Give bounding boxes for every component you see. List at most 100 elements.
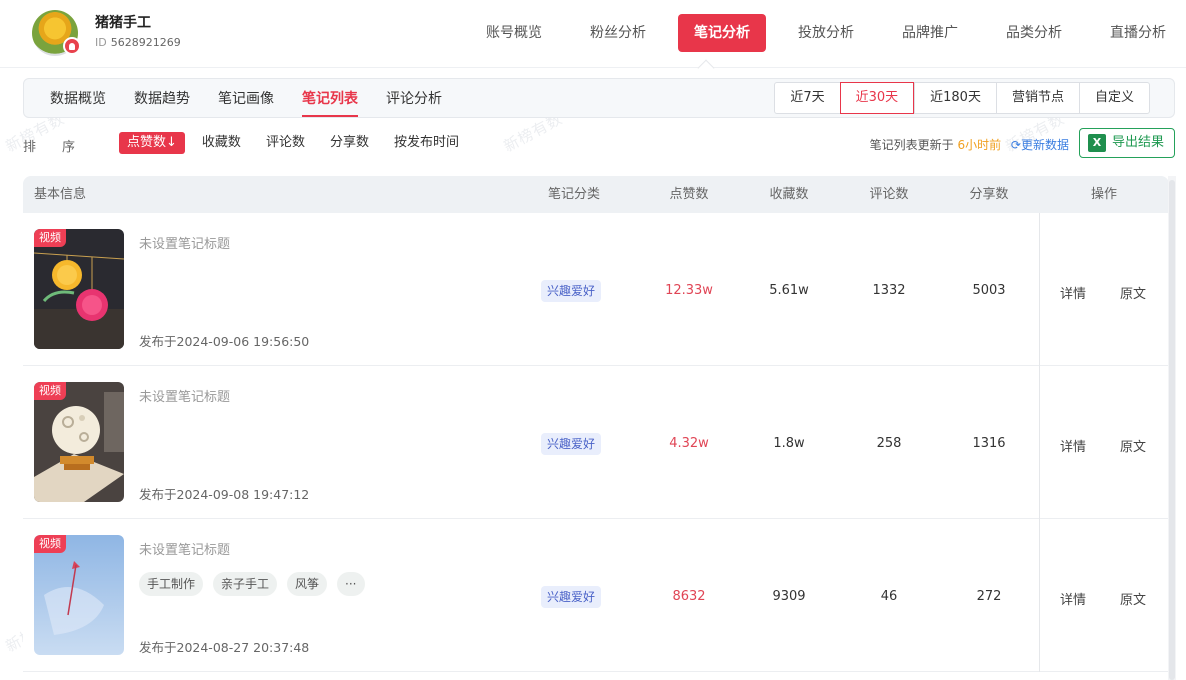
sort-by-shares[interactable]: 分享数 bbox=[322, 132, 377, 154]
topic-tag[interactable]: 亲子手工 bbox=[213, 572, 278, 596]
topic-tag[interactable]: 风筝 bbox=[287, 572, 328, 596]
scrollbar-thumb[interactable] bbox=[1169, 180, 1175, 680]
sub-nav-bar: 数据概览 数据趋势 笔记画像 笔记列表 评论分析 近7天 近30天 近180天 … bbox=[23, 78, 1175, 118]
range-7-days[interactable]: 近7天 bbox=[775, 83, 839, 113]
sort-by-comments[interactable]: 评论数 bbox=[258, 132, 313, 154]
sort-by-likes-label: 点赞数 bbox=[127, 135, 167, 150]
note-publish-date: 发布于2024-09-08 19:47:12 bbox=[139, 487, 310, 502]
category-tag: 兴趣爱好 bbox=[541, 280, 602, 302]
sort-options: 点赞数↓ 收藏数 评论数 分享数 按发布时间 bbox=[119, 132, 476, 154]
export-button[interactable]: X 导出结果 bbox=[1078, 128, 1175, 158]
comments-value: 258 bbox=[876, 436, 902, 451]
note-publish-date: 发布于2024-09-06 19:56:50 bbox=[139, 334, 310, 349]
detail-link[interactable]: 详情 bbox=[1060, 589, 1086, 608]
topic-tags: 手工制作 亲子手工 风筝 ··· bbox=[139, 572, 375, 596]
date-range-selector: 近7天 近30天 近180天 营销节点 自定义 bbox=[774, 82, 1150, 114]
note-publish-date: 发布于2024-08-27 20:37:48 bbox=[139, 640, 310, 655]
original-link[interactable]: 原文 bbox=[1120, 436, 1146, 455]
top-nav-item-overview[interactable]: 账号概览 bbox=[462, 14, 566, 52]
table-row: 视频 未设置笔记标题 发布于2024-09-06 19:56:50 兴趣爱好 1… bbox=[23, 213, 1169, 366]
range-180-days[interactable]: 近180天 bbox=[914, 83, 996, 113]
col-comments: 评论数 bbox=[869, 187, 909, 202]
range-30-days[interactable]: 近30天 bbox=[839, 82, 915, 114]
range-marketing-nodes[interactable]: 营销节点 bbox=[995, 83, 1079, 113]
col-collects: 收藏数 bbox=[769, 187, 809, 202]
top-nav-item-ads[interactable]: 投放分析 bbox=[774, 14, 878, 52]
excel-icon: X bbox=[1087, 134, 1106, 152]
note-thumbnail[interactable]: 视频 bbox=[34, 535, 124, 655]
account-id-label: ID bbox=[95, 36, 107, 49]
account-name: 猪猪手工 bbox=[95, 15, 151, 31]
shares-value: 5003 bbox=[972, 283, 1006, 298]
app-root: 新榜有数 · 新红 新榜有数 · 新红 新榜有数 · 新红 XH.NEWRANK… bbox=[0, 0, 1186, 680]
video-badge: 视频 bbox=[34, 382, 66, 400]
tab-comment-analysis[interactable]: 评论分析 bbox=[372, 79, 456, 117]
likes-value: 12.33w bbox=[665, 283, 713, 298]
original-link[interactable]: 原文 bbox=[1120, 283, 1146, 302]
detail-link[interactable]: 详情 bbox=[1060, 436, 1086, 455]
col-basic-info: 基本信息 bbox=[34, 187, 87, 202]
refresh-data-link[interactable]: ⟳更新数据 bbox=[1011, 138, 1069, 152]
sort-by-publish-time[interactable]: 按发布时间 bbox=[386, 132, 467, 154]
col-shares: 分享数 bbox=[969, 187, 1009, 202]
top-nav-item-live[interactable]: 直播分析 bbox=[1086, 14, 1186, 52]
tab-data-overview[interactable]: 数据概览 bbox=[36, 79, 120, 117]
col-category: 笔记分类 bbox=[547, 187, 600, 202]
lanterns-image bbox=[34, 229, 124, 349]
note-title[interactable]: 未设置笔记标题 bbox=[139, 386, 230, 405]
tab-note-profile[interactable]: 笔记画像 bbox=[204, 79, 288, 117]
table-row: 视频 未设置笔记标题 发布于2024-09-08 19:47:12 兴趣爱好 4… bbox=[23, 366, 1169, 519]
update-status: 笔记列表更新于 6小时前 ⟳更新数据 bbox=[870, 136, 1069, 153]
moon-lamp-image bbox=[34, 382, 124, 502]
account-header: 猪猪手工 ID 5628921269 账号概览 粉丝分析 笔记分析 投放分析 品牌… bbox=[0, 0, 1186, 68]
category-tag: 兴趣爱好 bbox=[541, 433, 602, 455]
account-id-value: 5628921269 bbox=[110, 36, 181, 49]
col-actions: 操作 bbox=[1090, 187, 1117, 202]
collects-value: 5.61w bbox=[769, 283, 809, 298]
shares-value: 1316 bbox=[972, 436, 1006, 451]
actions-divider bbox=[1039, 213, 1040, 366]
update-prefix: 笔记列表更新于 bbox=[869, 138, 954, 152]
top-nav-item-brand[interactable]: 品牌推广 bbox=[878, 14, 982, 52]
original-link[interactable]: 原文 bbox=[1120, 589, 1146, 608]
account-id: ID 5628921269 bbox=[95, 36, 181, 49]
sort-row: 排序 点赞数↓ 收藏数 评论数 分享数 按发布时间 笔记列表更新于 6小时前 ⟳… bbox=[23, 128, 1175, 160]
note-table-body: 视频 未设置笔记标题 发布于2024-09-06 19:56:50 兴趣爱好 1… bbox=[23, 213, 1169, 672]
table-header: 基本信息 笔记分类 点赞数 收藏数 评论数 分享数 操作 bbox=[23, 176, 1169, 213]
sub-tabs: 数据概览 数据趋势 笔记画像 笔记列表 评论分析 bbox=[36, 79, 456, 117]
actions-divider bbox=[1039, 366, 1040, 519]
note-title[interactable]: 未设置笔记标题 bbox=[139, 539, 230, 558]
likes-value: 4.32w bbox=[669, 436, 709, 451]
top-nav: 账号概览 粉丝分析 笔记分析 投放分析 品牌推广 品类分析 直播分析 bbox=[462, 14, 1186, 52]
top-nav-item-fans[interactable]: 粉丝分析 bbox=[566, 14, 670, 52]
comments-value: 46 bbox=[880, 589, 898, 604]
video-badge: 视频 bbox=[34, 535, 66, 553]
comments-value: 1332 bbox=[872, 283, 906, 298]
update-time: 6小时前 bbox=[957, 138, 1002, 152]
note-thumbnail[interactable]: 视频 bbox=[34, 382, 124, 502]
top-nav-item-category[interactable]: 品类分析 bbox=[982, 14, 1086, 52]
range-custom[interactable]: 自定义 bbox=[1078, 83, 1149, 113]
sort-desc-arrow-icon: ↓ bbox=[166, 135, 177, 150]
sort-by-likes[interactable]: 点赞数↓ bbox=[119, 132, 185, 154]
collects-value: 9309 bbox=[772, 589, 806, 604]
top-nav-item-notes[interactable]: 笔记分析 bbox=[678, 14, 766, 52]
detail-link[interactable]: 详情 bbox=[1060, 283, 1086, 302]
refresh-label: 更新数据 bbox=[1020, 138, 1069, 152]
kite-sky-image bbox=[34, 535, 124, 655]
sort-by-collects[interactable]: 收藏数 bbox=[194, 132, 249, 154]
collects-value: 1.8w bbox=[773, 436, 805, 451]
shares-value: 272 bbox=[976, 589, 1002, 604]
table-row: 视频 未设置笔记标题 手工制作 亲子手工 风筝 ··· 发布于2024-08-2… bbox=[23, 519, 1169, 672]
tab-note-list[interactable]: 笔记列表 bbox=[288, 79, 372, 117]
video-badge: 视频 bbox=[34, 229, 66, 247]
tab-data-trend[interactable]: 数据趋势 bbox=[120, 79, 204, 117]
sort-label: 排序 bbox=[23, 140, 102, 155]
likes-value: 8632 bbox=[672, 589, 706, 604]
category-tag: 兴趣爱好 bbox=[541, 586, 602, 608]
table-scrollbar[interactable] bbox=[1168, 176, 1176, 680]
topic-tag[interactable]: 手工制作 bbox=[139, 572, 204, 596]
note-thumbnail[interactable]: 视频 bbox=[34, 229, 124, 349]
more-tags-button[interactable]: ··· bbox=[337, 572, 365, 596]
note-title[interactable]: 未设置笔记标题 bbox=[139, 233, 230, 252]
